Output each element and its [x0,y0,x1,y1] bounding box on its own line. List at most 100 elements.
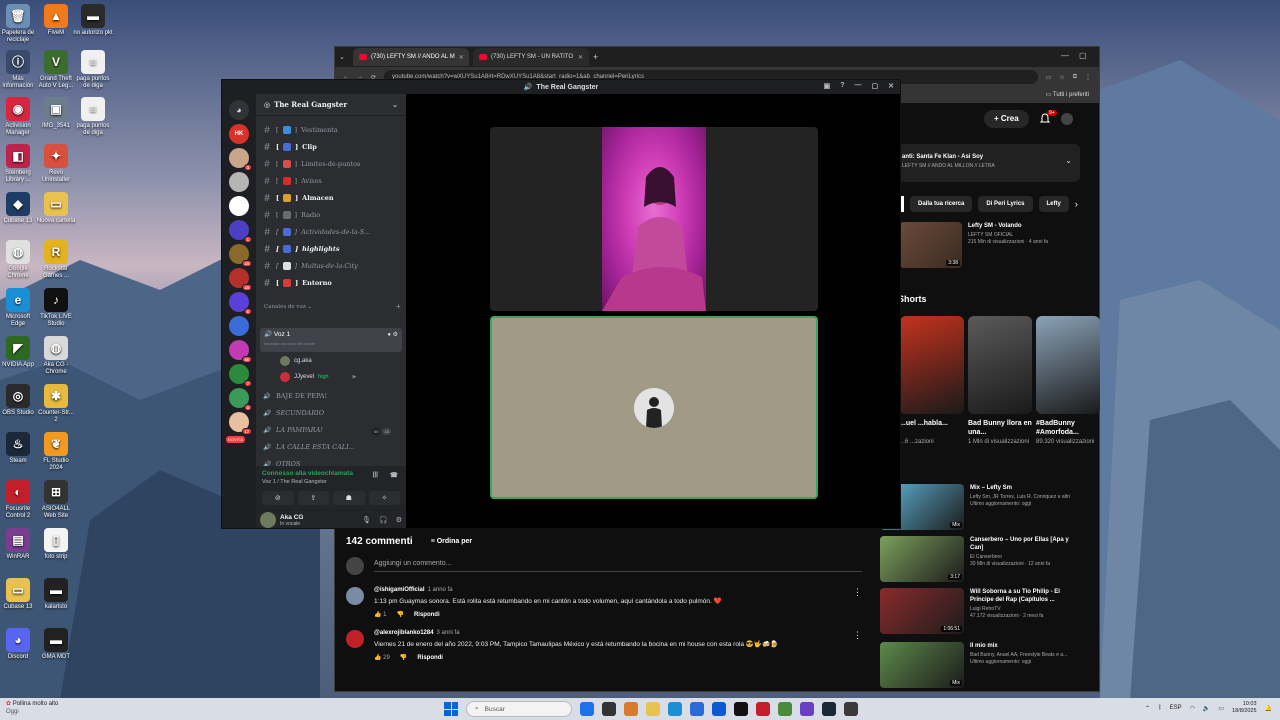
comment-age[interactable]: 1 anno fa [428,587,453,593]
desktop-icon[interactable]: ◍ Aka CG - Chrome [36,336,76,376]
mix-playlist-panel[interactable]: anti: Santa Fe Klan - Asi Soy LEFTY SM /… [898,144,1080,182]
desktop-icon[interactable]: ▤ WinRAR [0,528,38,561]
taskbar-app-icon[interactable] [778,702,792,716]
activities-button[interactable]: ☗ [333,491,365,505]
extensions-icon[interactable]: ⧉ [1073,74,1077,81]
taskbar-app-icon[interactable] [646,702,660,716]
screen-share-button[interactable]: ⇪ [297,491,329,505]
server-icon[interactable]: 3 [229,148,252,171]
account-avatar[interactable] [1060,113,1073,125]
voice-channel[interactable]: 🔊 LA CALLE ESTA CALI... [262,439,400,455]
guild-header[interactable]: ◎ The Real Gangster ⌄ [256,94,406,116]
language-indicator[interactable]: ESP [1170,705,1182,711]
desktop-icon[interactable]: 🗑 Papelera de reciclaje [0,4,38,44]
video-channel[interactable]: Bad Bunny, Anuel AA, Freestyle Beats e a… [970,652,1067,659]
text-channel[interactable]: # [] Radio [262,207,400,223]
desktop-icon[interactable]: ◤ NVIDIA App [0,336,38,369]
server-icon[interactable]: 56 [229,340,252,363]
inbox-icon[interactable]: ▣ [824,82,831,90]
server-icon[interactable]: 6 [229,292,252,315]
desktop-icon[interactable]: ⊞ ASIO4ALL Web Site [36,480,76,520]
like-button[interactable]: 👍 1 [374,611,386,618]
recommended-video[interactable]: 3:38 Lefty SM - Volando LEFTY SM OFICIAL… [900,222,1082,268]
settings-gear-icon[interactable]: ⚙ [396,516,402,524]
server-icon[interactable]: 7 [229,364,252,387]
help-icon[interactable]: ? [840,82,844,90]
tab-search-icon[interactable]: ⌄ [339,53,349,61]
soundboard-button[interactable]: ✧ [368,491,400,505]
comment-author[interactable]: @ishigamiOfficial [374,587,425,593]
short-thumbnail[interactable] [968,316,1032,414]
weather-widget[interactable]: ✿ Pollina molto alto Oggi [6,700,58,716]
chrome-tab-1[interactable]: (730) LEFTY SM // ANDO AL M ✕ [353,48,469,66]
recommended-video[interactable]: Mix Mix – Lefty Sm Lefty Sm, JR Torres, Lu… [880,484,1080,530]
desktop-icon[interactable]: ≡ paga puntos de diga [73,97,113,137]
server-icon[interactable] [229,316,249,336]
short-thumbnail[interactable] [1036,316,1100,414]
add-channel-icon[interactable]: + [396,302,401,311]
text-channel[interactable]: # [] highlights [262,241,400,257]
close-tab-icon[interactable]: ✕ [459,54,464,61]
desktop-icon[interactable]: ◍ Google Chrome [0,240,38,280]
disconnect-icon[interactable]: ☎ [390,471,398,479]
all-bookmarks-link[interactable]: Tutti i preferiti [1053,92,1089,98]
voice-channel-active[interactable]: 🔊 Voz 1 Imposta uno stato del canale ● ⚙ [260,328,402,352]
short-card[interactable]: ...uel ...habla... ...6 ...zazioni [900,316,964,446]
voice-user[interactable]: JJyevel high ▶ [280,372,356,382]
taskbar-app-icon[interactable] [800,702,814,716]
taskbar-app-icon[interactable] [712,702,726,716]
video-title[interactable]: Canserbero – Uno por Ellas [Apa y Can] [970,536,1080,552]
taskbar-app-icon[interactable] [580,702,594,716]
connection-location[interactable]: Voz 1 / The Real Gangster [262,479,400,485]
short-thumbnail[interactable] [900,316,964,414]
microphone-icon[interactable]: 🎙 [362,516,371,524]
server-icon[interactable] [229,172,249,192]
server-icon[interactable]: 8 [229,388,252,411]
text-channel[interactable]: # [] Almacen [262,190,400,206]
discord-home-icon[interactable]: ◕ [229,100,249,120]
text-channel[interactable]: # [] Limites-de-puntos [262,156,400,172]
close-tab-icon[interactable]: ✕ [578,54,583,61]
desktop-icon[interactable]: ▲ FiveM [36,4,76,37]
clock[interactable]: 10:03 18/8/2025 [1232,701,1256,715]
minimize-icon[interactable]: — [1061,51,1069,60]
wifi-icon[interactable]: ◠ [1190,705,1195,712]
desktop-icon[interactable]: ▯ foto strip [36,528,76,561]
desktop-icon[interactable]: ≡ paga puntos de diga [73,50,113,90]
recommended-video[interactable]: 1:06:51 Will Soborna a su Tío Philip - El… [880,588,1080,634]
add-comment-input[interactable]: Aggiungi un commento... [374,560,862,572]
desktop-icon[interactable]: ▬ GMA MDT [36,628,76,661]
desktop-icon[interactable]: V Grand Theft Auto V Leg... [36,50,76,90]
chevron-down-icon[interactable]: ⌄ [1065,156,1072,165]
taskbar-search[interactable]: ⌕ Buscar [466,701,572,717]
maximize-icon[interactable]: ▢ [1079,51,1087,60]
short-card[interactable]: #BadBunny #Amorfoda... 89.320 visualizzaz… [1036,316,1100,446]
comment-author[interactable]: @alexrojiblanko1284 [374,630,434,636]
star-icon[interactable]: ☆ [1059,74,1064,81]
video-thumbnail[interactable]: 3:17 [880,536,964,582]
text-channel[interactable]: # [] Clip [262,139,400,155]
battery-icon[interactable]: ▭ [1218,705,1224,712]
short-card[interactable]: Bad Bunny llora en una... 1 Mln di visual… [968,316,1032,446]
notifications-bell-icon[interactable]: 9+ [1039,110,1057,125]
short-title[interactable]: Bad Bunny llora en una... [968,419,1032,437]
desktop-icon[interactable]: R Rockstar Games ... [36,240,76,280]
comment-age[interactable]: 3 anni fa [437,630,460,636]
desktop-icon[interactable]: ✱ Counter-Str... 2 [36,384,76,424]
text-channel[interactable]: # [] Avisos [262,173,400,189]
headphones-icon[interactable]: 🎧 [379,516,388,524]
volume-icon[interactable]: 🔈 [1203,705,1210,712]
more-options-icon[interactable]: ⋮ [853,587,862,618]
minimize-icon[interactable]: — [855,82,862,90]
chip-peri-lyrics[interactable]: Di Peri Lyrics [978,196,1033,212]
desktop-icon[interactable]: ◕ Discord [0,628,38,661]
taskbar-app-icon[interactable] [602,702,616,716]
desktop-icon[interactable]: ▭ Nuova cartella [36,192,76,225]
voice-channel[interactable]: 🔊 SECUNDARIO [262,405,400,421]
taskbar-app-icon[interactable] [844,702,858,716]
more-options-icon[interactable]: ⋮ [853,630,862,661]
desktop-icon[interactable]: ♨ Steam [0,432,38,465]
voice-channel-settings-icon[interactable]: ● ⚙ [387,331,398,338]
desktop-icon[interactable]: ⓘ Más información [0,50,38,90]
desktop-icon[interactable]: ◧ Steinberg Library ... [0,144,38,184]
